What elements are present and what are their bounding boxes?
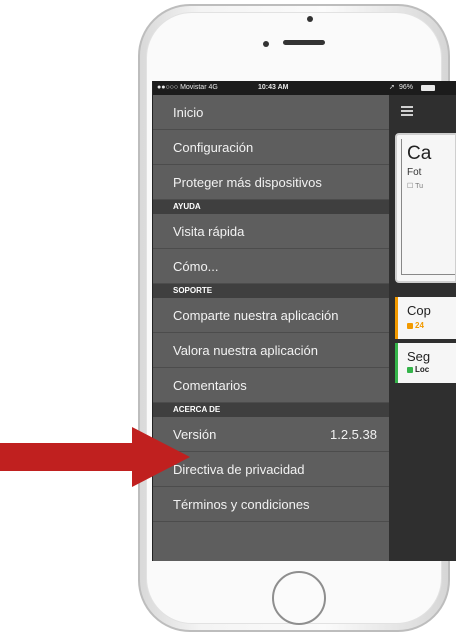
- status-dot-icon: [407, 367, 413, 373]
- menu-label: Comentarios: [173, 378, 247, 393]
- proximity-sensor: [263, 41, 269, 47]
- menu-section-soporte: SOPORTE: [153, 284, 389, 298]
- menu-label: Comparte nuestra aplicación: [173, 308, 339, 323]
- arrow-pointer: [0, 427, 190, 487]
- menu-label: Directiva de privacidad: [173, 462, 305, 477]
- clock: 10:43 AM: [258, 84, 289, 91]
- menu-label: Inicio: [173, 105, 204, 120]
- arrow-shape: [0, 427, 190, 487]
- menu-item-valora-nuestra-aplicacion[interactable]: Valora nuestra aplicación: [153, 333, 389, 368]
- card-title: Ca: [407, 143, 432, 164]
- version-number: 1.2.5.38: [330, 427, 377, 442]
- card-status: Loc: [407, 365, 429, 374]
- menu-label: Valora nuestra aplicación: [173, 343, 319, 358]
- menu-label: ACERCA DE: [173, 405, 221, 414]
- menu-label: Proteger más dispositivos: [173, 175, 322, 190]
- card-status-text: 24: [415, 321, 424, 330]
- battery-icon: [421, 85, 435, 91]
- card-title: Seg: [407, 349, 431, 364]
- menu-label: Configuración: [173, 140, 254, 155]
- home-button[interactable]: [272, 571, 326, 625]
- battery-percent: 96%: [399, 84, 414, 91]
- card-caption: ☐ Tu: [407, 183, 424, 190]
- menu-label: Cómo...: [173, 259, 219, 274]
- menu-label: AYUDA: [173, 202, 201, 211]
- security-card[interactable]: Seg Loc: [395, 343, 456, 383]
- main-content-peek: Ca Fot ☐ Tu Cop 24 Seg Loc: [389, 95, 456, 561]
- phone-screen: ●●○○○ Movistar 4G 10:43 AM ➚ 96% Inicio C…: [152, 81, 456, 561]
- menu-item-terminos-y-condiciones[interactable]: Términos y condiciones: [153, 487, 389, 522]
- menu-item-comparte-nuestra-aplicacion[interactable]: Comparte nuestra aplicación: [153, 298, 389, 333]
- menu-label: Visita rápida: [173, 224, 245, 239]
- menu-item-configuracion[interactable]: Configuración: [153, 130, 389, 165]
- front-camera: [307, 16, 313, 22]
- menu-section-acerca-de: ACERCA DE: [153, 403, 389, 417]
- backup-card[interactable]: Cop 24: [395, 297, 456, 339]
- menu-item-visita-rapida[interactable]: Visita rápida: [153, 214, 389, 249]
- menu-item-como[interactable]: Cómo...: [153, 249, 389, 284]
- menu-section-ayuda: AYUDA: [153, 200, 389, 214]
- earpiece-speaker: [283, 40, 325, 45]
- menu-item-comentarios[interactable]: Comentarios: [153, 368, 389, 403]
- feature-card[interactable]: Ca Fot ☐ Tu: [395, 133, 456, 283]
- card-status-text: Loc: [415, 365, 430, 374]
- card-title: Cop: [407, 303, 431, 318]
- side-menu: Inicio Configuración Proteger más disposit…: [153, 95, 389, 561]
- carrier-label: ●●○○○ Movistar 4G: [157, 84, 218, 91]
- menu-label: Términos y condiciones: [173, 497, 310, 512]
- menu-item-proteger-mas-dispositivos[interactable]: Proteger más dispositivos: [153, 165, 389, 200]
- status-bar: ●●○○○ Movistar 4G 10:43 AM ➚ 96%: [153, 81, 456, 95]
- card-status: 24: [407, 321, 424, 330]
- menu-item-inicio[interactable]: Inicio: [153, 95, 389, 130]
- status-dot-icon: [407, 323, 413, 329]
- card-subtitle: Fot: [407, 167, 422, 178]
- location-icon: ➚: [389, 84, 395, 91]
- menu-label: SOPORTE: [173, 286, 213, 295]
- hamburger-icon[interactable]: [401, 106, 413, 116]
